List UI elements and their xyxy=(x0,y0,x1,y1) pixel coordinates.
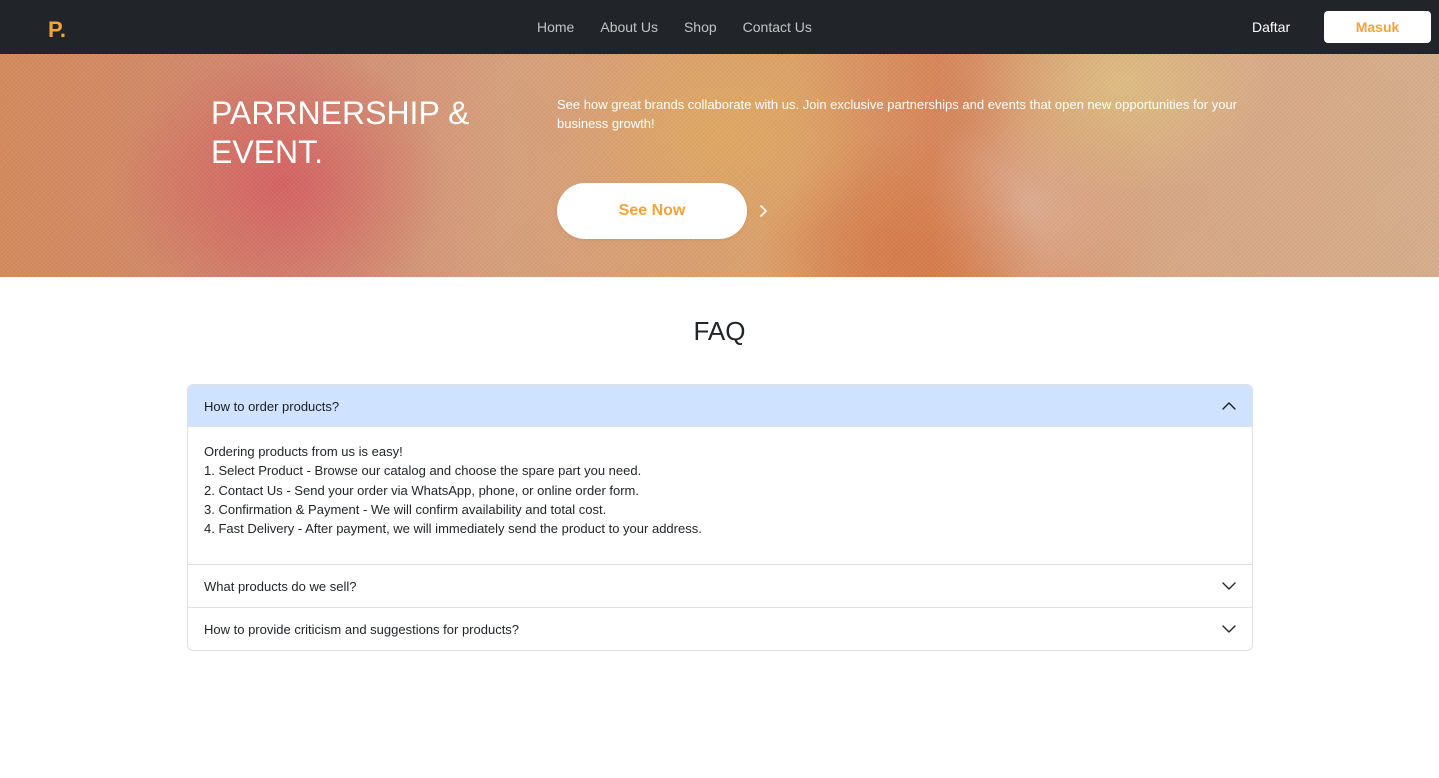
chevron-right-icon[interactable] xyxy=(757,204,771,218)
faq-answer-line: Ordering products from us is easy! xyxy=(204,444,403,459)
nav-link-contact-us[interactable]: Contact Us xyxy=(743,19,812,35)
nav-link-home[interactable]: Home xyxy=(537,19,574,35)
faq-answer-line: 1. Select Product - Browse our catalog a… xyxy=(204,463,642,479)
faq-answer-line: 4. Fast Delivery - After payment, we wil… xyxy=(204,521,702,537)
see-now-button[interactable]: See Now xyxy=(557,183,747,239)
faq-answer-line: 3. Confirmation & Payment - We will conf… xyxy=(204,501,607,517)
top-navbar: P. Home About Us Shop Contact Us Daftar … xyxy=(0,0,1439,54)
faq-question-text: What products do we sell? xyxy=(204,578,357,594)
chevron-up-icon xyxy=(1222,399,1236,413)
faq-item: What products do we sell? xyxy=(188,564,1252,607)
hero-description: See how great brands collaborate with us… xyxy=(557,97,1238,131)
register-link[interactable]: Daftar xyxy=(1252,19,1290,35)
faq-item: How to order products? Ordering products… xyxy=(188,385,1252,564)
chevron-down-icon xyxy=(1222,579,1236,593)
faq-title: FAQ xyxy=(693,316,746,346)
hero-title: PARRNERSHIP & EVENT. xyxy=(211,95,470,170)
login-button[interactable]: Masuk xyxy=(1324,11,1431,43)
nav-link-shop[interactable]: Shop xyxy=(684,19,717,35)
nav-links: Home About Us Shop Contact Us xyxy=(537,0,812,54)
faq-question-text: How to order products? xyxy=(204,398,340,414)
faq-accordion: How to order products? Ordering products… xyxy=(187,384,1253,652)
faq-question-header[interactable]: How to provide criticism and suggestions… xyxy=(188,608,1252,650)
faq-question-header[interactable]: What products do we sell? xyxy=(188,565,1252,607)
chevron-down-icon xyxy=(1222,622,1236,636)
nav-link-about-us[interactable]: About Us xyxy=(600,19,658,35)
faq-question-header[interactable]: How to order products? xyxy=(188,385,1252,427)
faq-question-text: How to provide criticism and suggestions… xyxy=(204,621,520,637)
hero-banner: PARRNERSHIP & EVENT. See how great brand… xyxy=(0,54,1439,277)
faq-item: How to provide criticism and suggestions… xyxy=(188,607,1252,650)
brand-logo[interactable]: P. xyxy=(48,17,66,43)
faq-answer: Ordering products from us is easy! 1. Se… xyxy=(188,427,1252,564)
faq-answer-line: 2. Contact Us - Send your order via What… xyxy=(204,482,639,498)
